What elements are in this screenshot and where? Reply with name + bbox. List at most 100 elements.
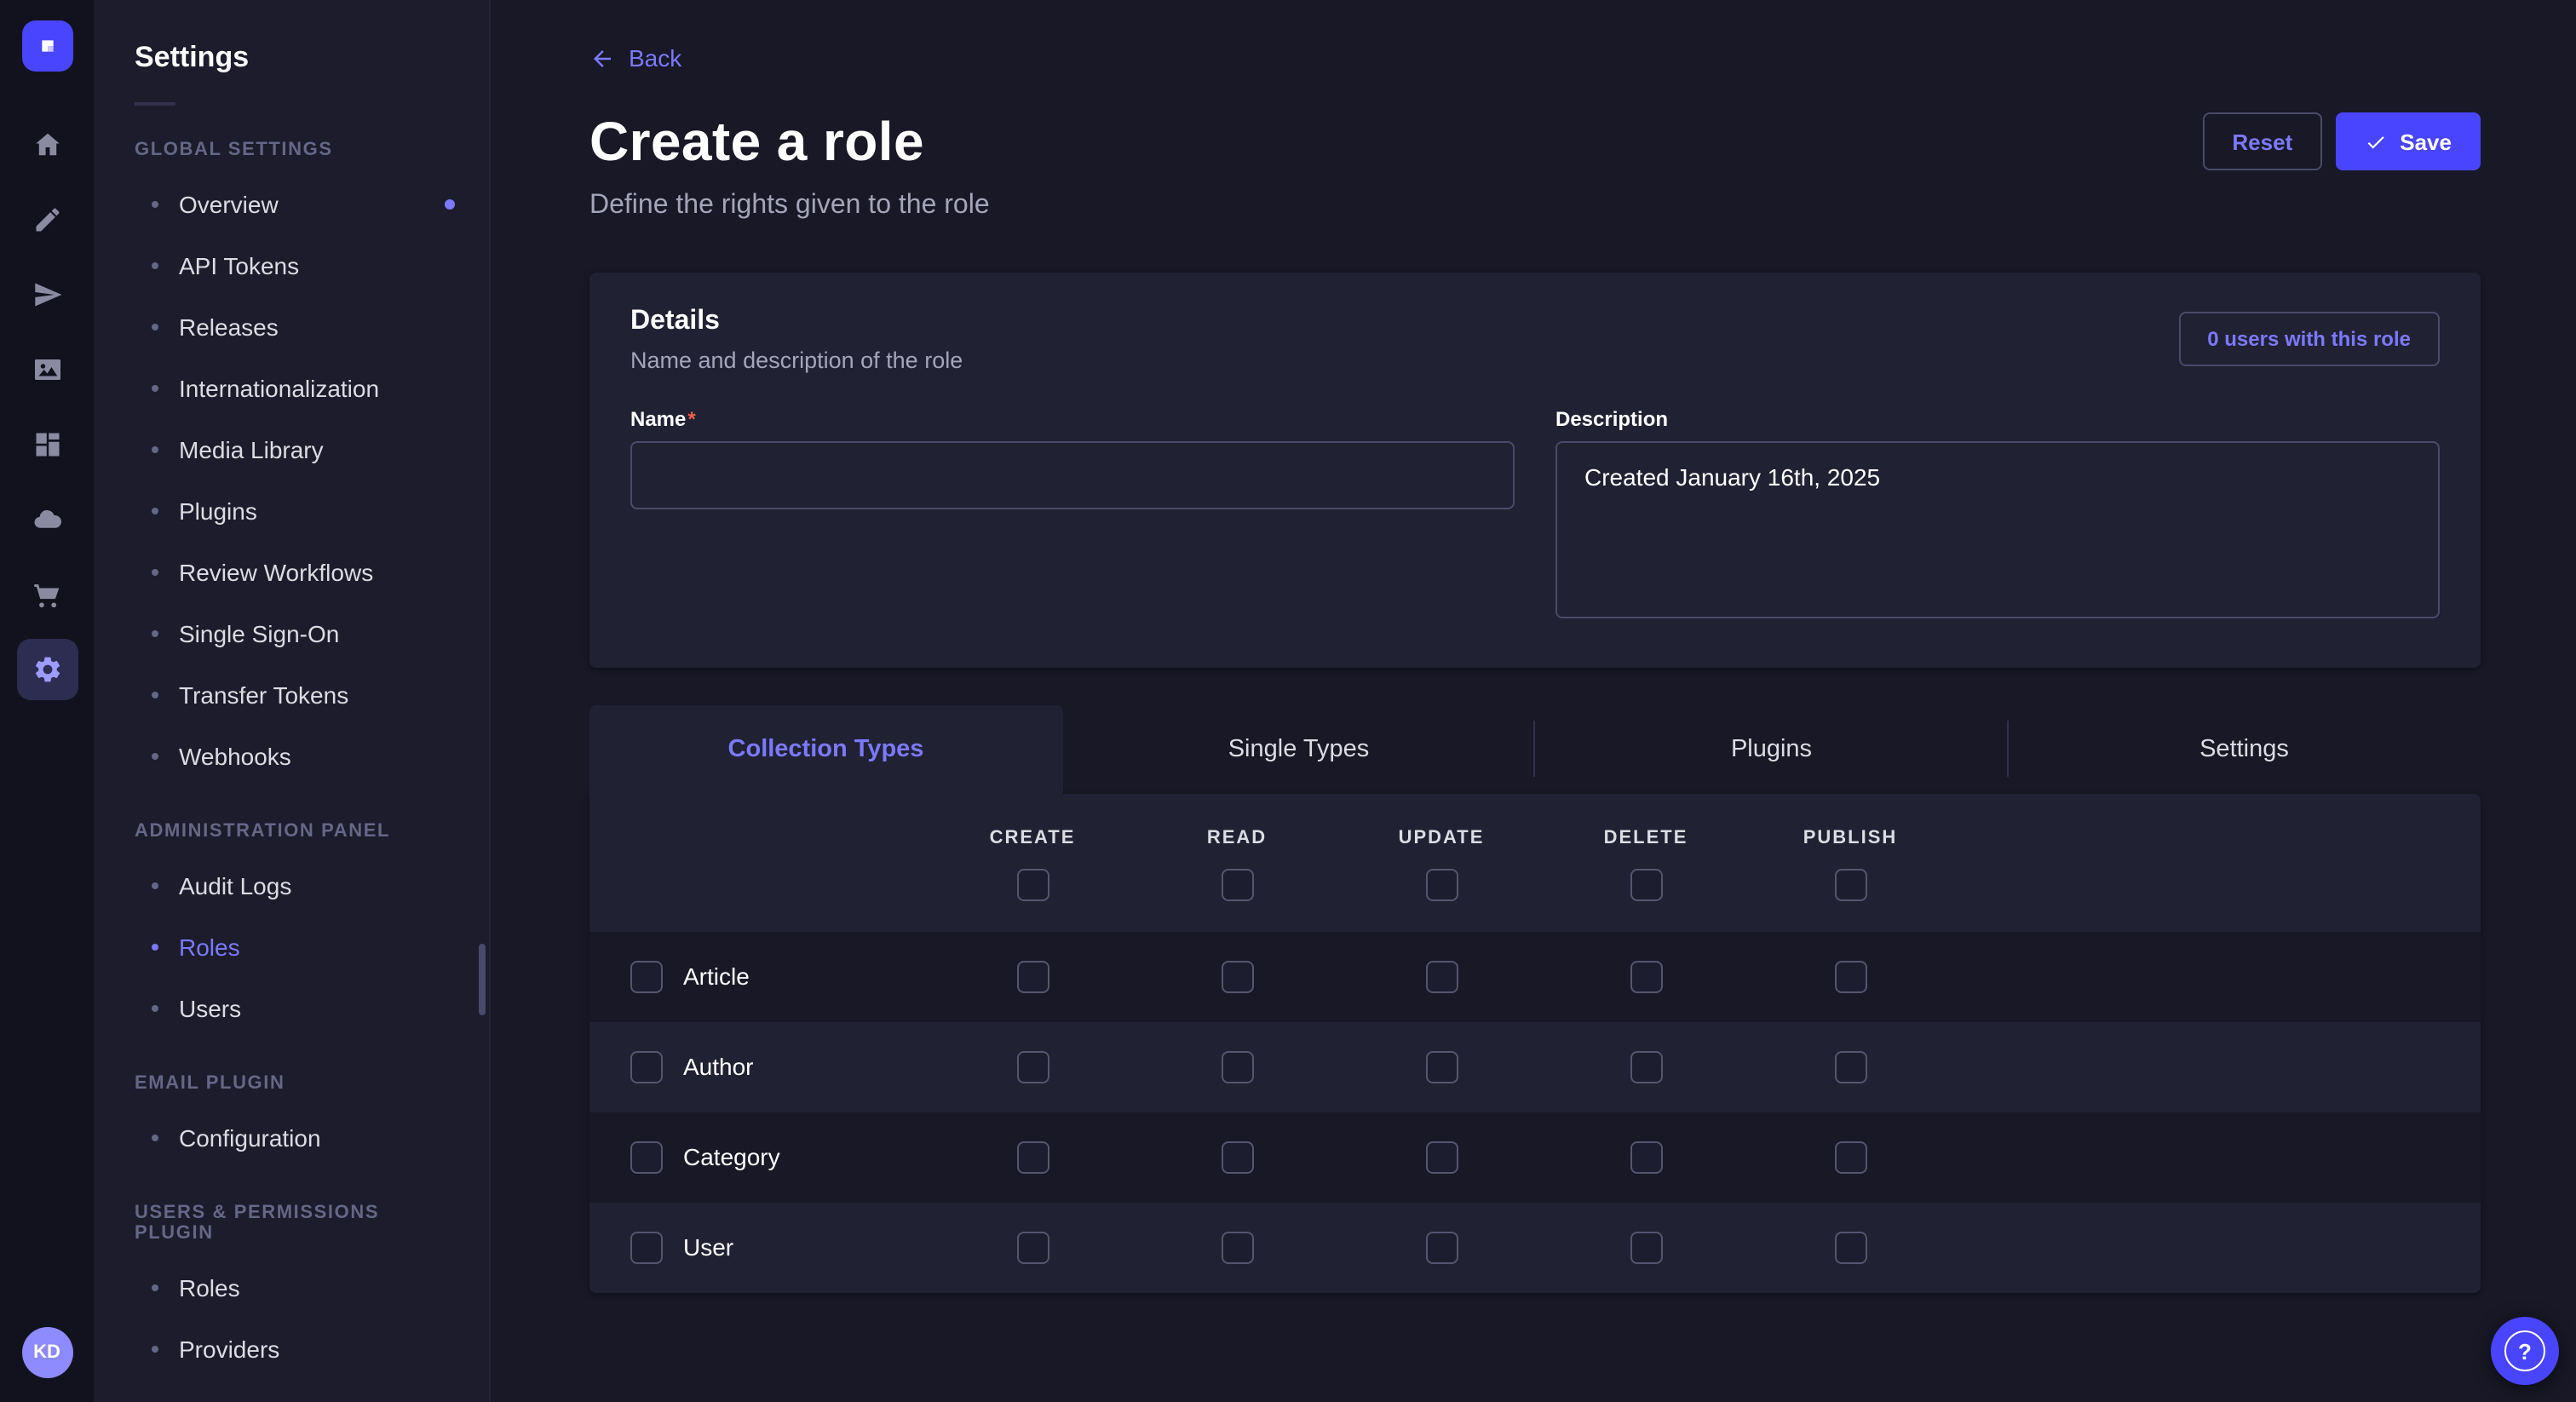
category-read-checkbox[interactable] xyxy=(1221,1141,1253,1173)
description-textarea[interactable]: Created January 16th, 2025 xyxy=(1555,440,2440,618)
user-delete-checkbox[interactable] xyxy=(1630,1231,1662,1263)
category-create-checkbox[interactable] xyxy=(1016,1141,1049,1173)
permission-row-label: Category xyxy=(683,1143,780,1170)
bullet-icon xyxy=(152,753,158,760)
sidebar-item-users[interactable]: Users xyxy=(94,978,489,1039)
select-all-publish-checkbox[interactable] xyxy=(1834,868,1866,900)
author-publish-checkbox[interactable] xyxy=(1834,1050,1866,1083)
pen-icon[interactable] xyxy=(16,189,78,250)
details-subtitle: Name and description of the role xyxy=(630,347,963,372)
tab-collection-types[interactable]: Collection Types xyxy=(589,704,1062,793)
category-publish-checkbox[interactable] xyxy=(1834,1141,1866,1173)
article-delete-checkbox[interactable] xyxy=(1630,960,1662,992)
select-all-read-checkbox[interactable] xyxy=(1221,868,1253,900)
column-label-update: UPDATE xyxy=(1339,827,1544,848)
row-select-checkbox[interactable] xyxy=(630,1050,663,1083)
bullet-icon xyxy=(152,324,158,330)
save-button[interactable]: Save xyxy=(2335,112,2481,170)
select-all-update-checkbox[interactable] xyxy=(1425,868,1458,900)
description-label: Description xyxy=(1555,406,2440,430)
content-builder-icon[interactable] xyxy=(16,414,78,475)
user-read-checkbox[interactable] xyxy=(1221,1231,1253,1263)
sidebar-item-api-tokens[interactable]: API Tokens xyxy=(94,235,489,296)
sidebar-item-plugins[interactable]: Plugins xyxy=(94,480,489,542)
sidebar-item-single-sign-on[interactable]: Single Sign-On xyxy=(94,603,489,664)
author-update-checkbox[interactable] xyxy=(1425,1050,1458,1083)
settings-sidebar: Settings GLOBAL SETTINGS Overview API To… xyxy=(94,0,491,1402)
sidebar-item-roles-admin[interactable]: Roles xyxy=(94,916,489,978)
sidebar-item-overview[interactable]: Overview xyxy=(94,174,489,235)
sidebar-item-audit-logs[interactable]: Audit Logs xyxy=(94,855,489,916)
app-window: KD Settings GLOBAL SETTINGS Overview API… xyxy=(0,0,2576,1402)
name-input[interactable] xyxy=(630,440,1515,509)
permission-row-toggle[interactable]: Author xyxy=(589,1050,930,1083)
select-all-create-checkbox[interactable] xyxy=(1016,868,1049,900)
permission-row-article: Article xyxy=(589,931,2481,1021)
sidebar-item-webhooks[interactable]: Webhooks xyxy=(94,726,489,787)
sidebar-item-review-workflows[interactable]: Review Workflows xyxy=(94,542,489,603)
tab-plugins[interactable]: Plugins xyxy=(1535,704,2008,793)
user-create-checkbox[interactable] xyxy=(1016,1231,1049,1263)
arrow-left-icon xyxy=(589,45,615,71)
column-label-delete: DELETE xyxy=(1544,827,1748,848)
row-select-checkbox[interactable] xyxy=(630,960,663,992)
sidebar-item-internationalization[interactable]: Internationalization xyxy=(94,358,489,419)
user-update-checkbox[interactable] xyxy=(1425,1231,1458,1263)
article-update-checkbox[interactable] xyxy=(1425,960,1458,992)
permission-row-toggle[interactable]: Category xyxy=(589,1141,930,1173)
article-publish-checkbox[interactable] xyxy=(1834,960,1866,992)
article-read-checkbox[interactable] xyxy=(1221,960,1253,992)
tab-single-types[interactable]: Single Types xyxy=(1062,704,1535,793)
sidebar-item-roles-up[interactable]: Roles xyxy=(94,1257,489,1319)
media-library-icon[interactable] xyxy=(16,339,78,400)
description-field: Description Created January 16th, 2025 xyxy=(1555,406,2440,626)
sidebar-item-transfer-tokens[interactable]: Transfer Tokens xyxy=(94,664,489,726)
tab-settings[interactable]: Settings xyxy=(2008,704,2481,793)
sidebar-item-providers[interactable]: Providers xyxy=(94,1319,489,1380)
select-all-delete-checkbox[interactable] xyxy=(1630,868,1662,900)
paper-plane-icon[interactable] xyxy=(16,264,78,325)
strapi-logo[interactable] xyxy=(21,20,72,72)
home-icon[interactable] xyxy=(16,114,78,175)
sidebar-item-media-library[interactable]: Media Library xyxy=(94,419,489,480)
author-create-checkbox[interactable] xyxy=(1016,1050,1049,1083)
sidebar-item-label: API Tokens xyxy=(179,252,299,279)
reset-button[interactable]: Reset xyxy=(2203,112,2321,170)
row-select-checkbox[interactable] xyxy=(630,1231,663,1263)
category-delete-checkbox[interactable] xyxy=(1630,1141,1662,1173)
bullet-icon xyxy=(152,944,158,951)
users-with-role-button[interactable]: 0 users with this role xyxy=(2178,312,2440,366)
sidebar-item-label: Providers xyxy=(179,1336,279,1363)
user-publish-checkbox[interactable] xyxy=(1834,1231,1866,1263)
author-delete-checkbox[interactable] xyxy=(1630,1050,1662,1083)
row-select-checkbox[interactable] xyxy=(630,1141,663,1173)
permissions-table: CREATE READ UPDATE DELETE PUBLISH xyxy=(589,793,2481,1292)
permission-row-toggle[interactable]: User xyxy=(589,1231,930,1263)
sidebar-item-configuration[interactable]: Configuration xyxy=(94,1107,489,1169)
back-link[interactable]: Back xyxy=(589,44,681,72)
sidebar-section-label-users-permissions: USERS & PERMISSIONS PLUGIN xyxy=(135,1203,448,1244)
help-button[interactable]: ? xyxy=(2491,1317,2559,1385)
sidebar-scrollbar-thumb[interactable] xyxy=(479,944,486,1015)
bullet-icon xyxy=(152,201,158,208)
bullet-icon xyxy=(152,630,158,637)
bullet-icon xyxy=(152,1005,158,1012)
sidebar-item-label: Internationalization xyxy=(179,375,379,402)
author-read-checkbox[interactable] xyxy=(1221,1050,1253,1083)
sidebar-item-label: Plugins xyxy=(179,497,257,525)
sidebar-item-label: Overview xyxy=(179,191,279,218)
sidebar-item-label: Webhooks xyxy=(179,743,291,770)
details-title: Details xyxy=(630,306,963,336)
permission-row-toggle[interactable]: Article xyxy=(589,960,930,992)
category-update-checkbox[interactable] xyxy=(1425,1141,1458,1173)
marketplace-cart-icon[interactable] xyxy=(16,564,78,625)
user-avatar[interactable]: KD xyxy=(21,1327,72,1378)
cloud-icon[interactable] xyxy=(16,489,78,550)
permissions-tabs: Collection Types Single Types Plugins Se… xyxy=(589,704,2481,793)
column-labels-row: CREATE READ UPDATE DELETE PUBLISH xyxy=(589,827,2481,848)
sidebar-item-releases[interactable]: Releases xyxy=(94,296,489,358)
back-label: Back xyxy=(629,44,681,72)
settings-gear-icon[interactable] xyxy=(16,639,78,700)
page-header: Create a role Reset Save xyxy=(589,110,2481,173)
article-create-checkbox[interactable] xyxy=(1016,960,1049,992)
